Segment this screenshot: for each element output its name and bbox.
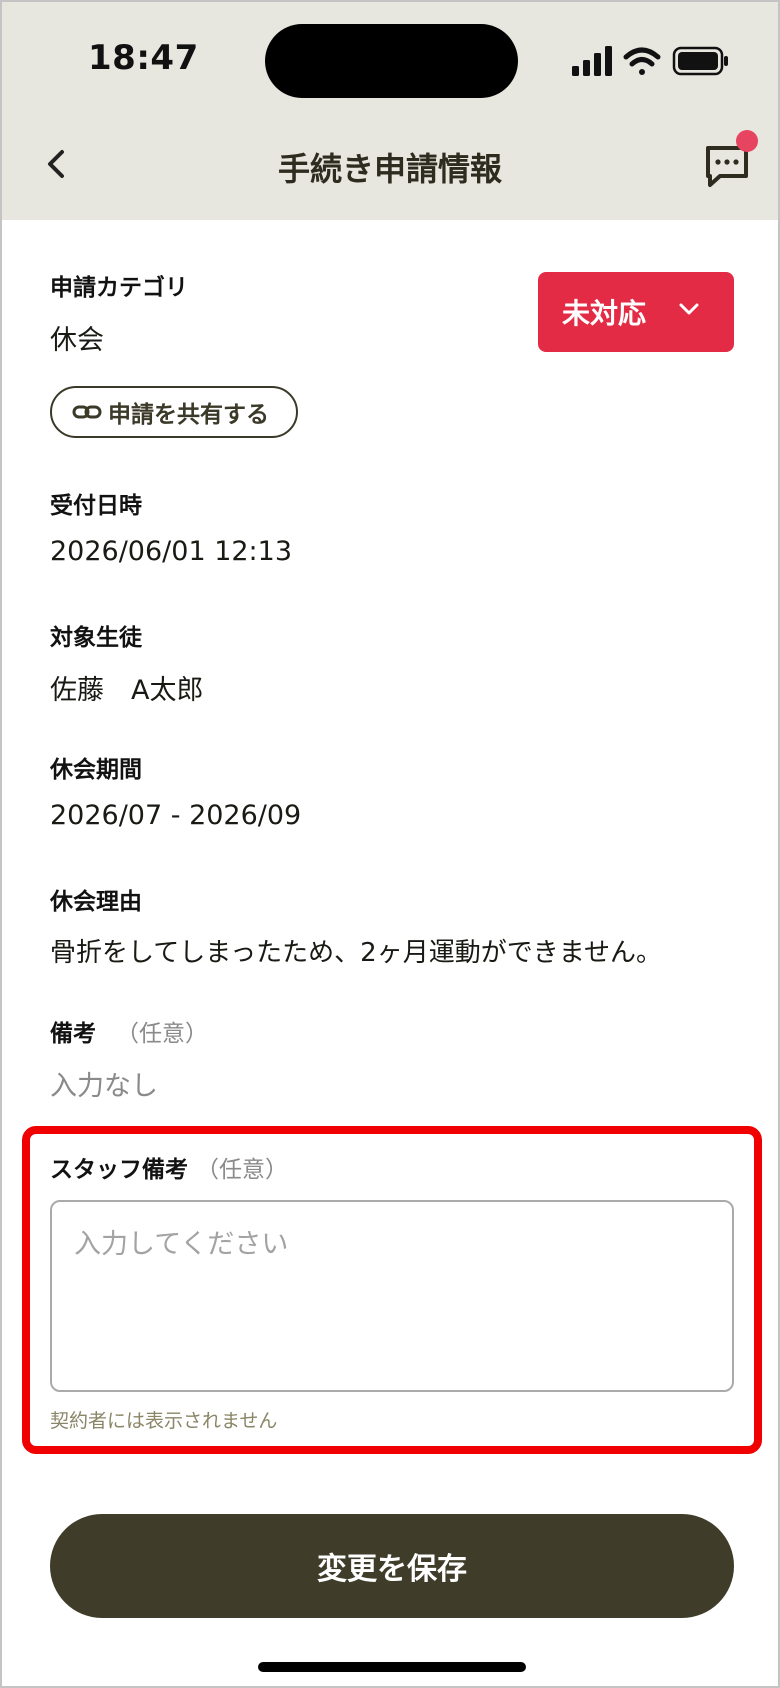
staff-notes-input[interactable]	[50, 1200, 734, 1392]
status-dropdown[interactable]: 未対応	[538, 272, 734, 352]
share-request-label: 申請を共有する	[108, 402, 269, 428]
top-bar: 18:47 手続き申請情報	[2, 2, 778, 220]
status-time: 18:47	[88, 38, 199, 78]
notification-badge	[736, 130, 758, 152]
app-screen: 18:47 手続き申請情報 申請カテゴリ 休会 未対応 申請を共有する 受付日時…	[0, 0, 780, 1688]
notes-label-text: 備考	[50, 1021, 96, 1047]
page-title: 手続き申請情報	[277, 150, 502, 188]
notes-value: 入力なし	[50, 1071, 158, 1102]
save-button[interactable]: 変更を保存	[50, 1514, 734, 1618]
status-icons	[572, 46, 728, 76]
category-value: 休会	[50, 325, 104, 356]
notes-label: 備考 （任意）	[50, 1014, 208, 1048]
reason-value: 骨折をしてしまったため、2ヶ月運動ができません。	[50, 938, 662, 968]
student-value: 佐藤 A太郎	[50, 675, 204, 706]
received-value: 2026/06/01 12:13	[50, 536, 293, 567]
wifi-icon	[623, 47, 661, 75]
signal-icon	[572, 46, 612, 76]
battery-icon	[672, 46, 728, 76]
share-request-button[interactable]: 申請を共有する	[50, 386, 298, 438]
home-indicator	[258, 1662, 526, 1672]
link-icon	[72, 405, 102, 419]
period-value: 2026/07 - 2026/09	[50, 800, 302, 831]
dynamic-island	[265, 24, 518, 98]
received-label: 受付日時	[50, 493, 142, 519]
chevron-down-icon	[679, 303, 699, 315]
staff-notes-hint: 契約者には表示されません	[50, 1410, 278, 1432]
student-label: 対象生徒	[50, 625, 142, 651]
period-label: 休会期間	[50, 757, 142, 783]
staff-notes-label-text: スタッフ備考	[50, 1157, 188, 1183]
status-dropdown-label: 未対応	[562, 297, 647, 330]
notes-optional: （任意）	[116, 1021, 209, 1047]
category-label: 申請カテゴリ	[50, 275, 188, 301]
staff-notes-label: スタッフ備考 （任意）	[50, 1150, 288, 1184]
reason-label: 休会理由	[50, 889, 142, 915]
staff-notes-optional: （任意）	[196, 1157, 289, 1183]
